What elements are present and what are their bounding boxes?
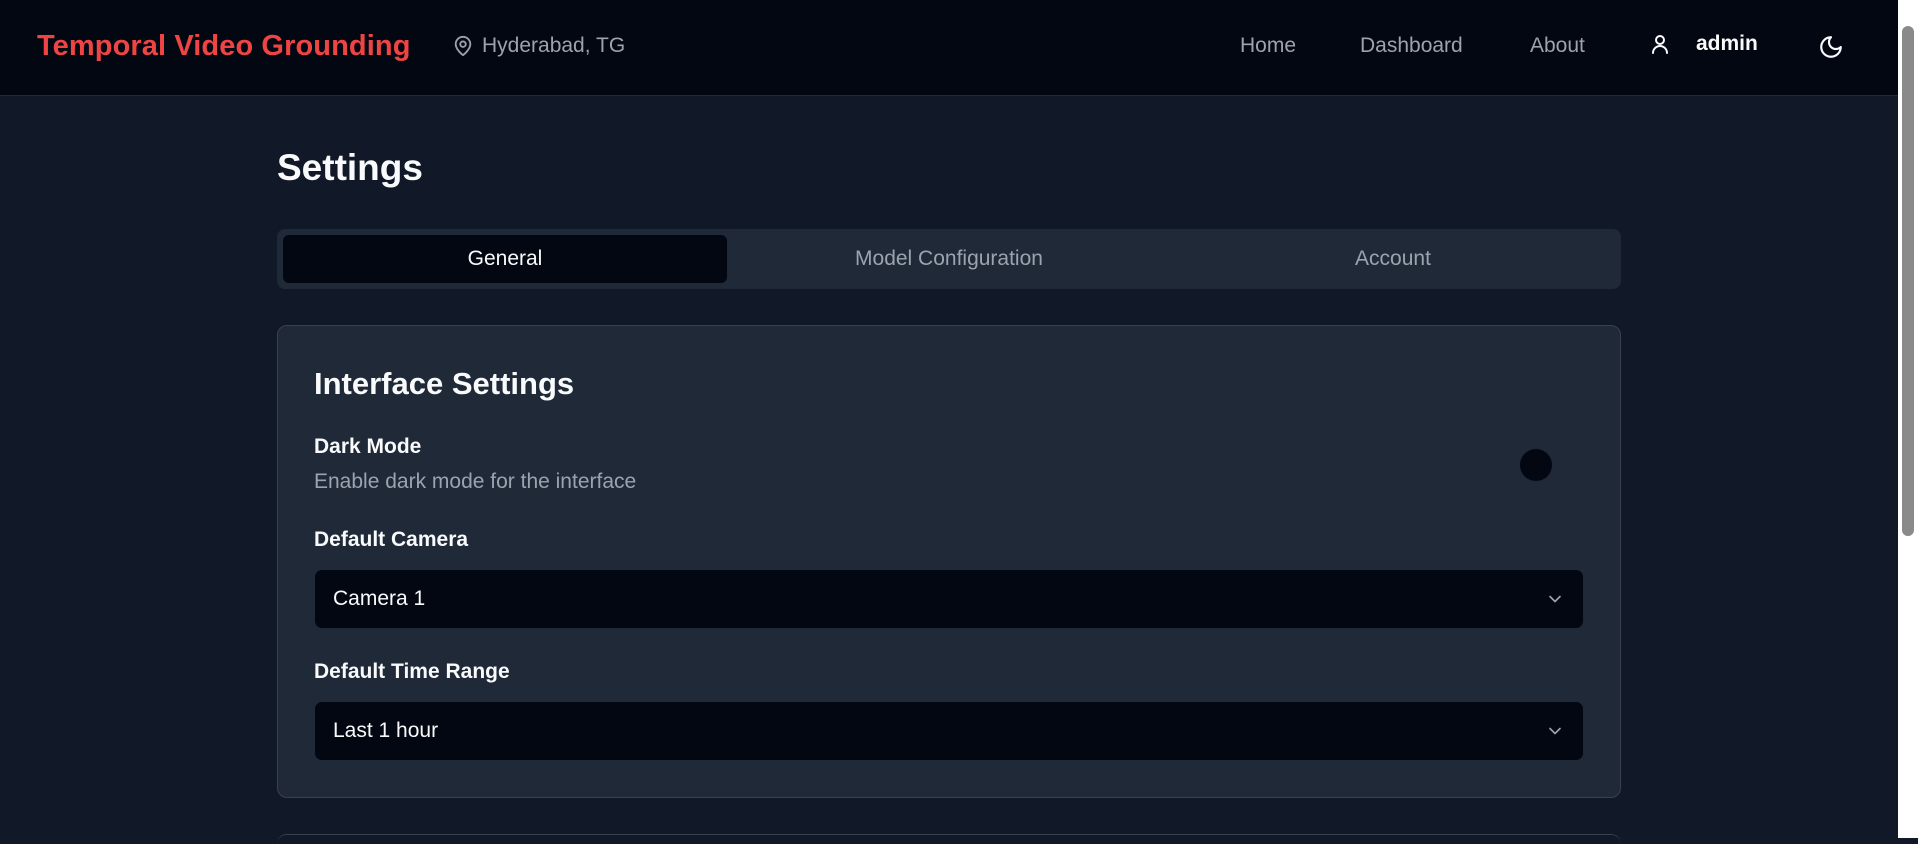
location-text: Hyderabad, TG (482, 34, 626, 57)
default-camera-select[interactable]: Camera 1 (314, 569, 1584, 629)
scrollbar-thumb[interactable] (1902, 26, 1914, 536)
top-navbar: Temporal Video Grounding Hyderabad, TG H… (0, 0, 1898, 96)
default-time-range-value: Last 1 hour (333, 719, 439, 742)
nav-about-link[interactable]: About (1530, 34, 1585, 58)
page-scrollbar[interactable] (1898, 0, 1918, 838)
next-card-edge (277, 834, 1621, 844)
dark-mode-description: Enable dark mode for the interface (314, 470, 637, 493)
default-time-range-label: Default Time Range (314, 660, 510, 683)
moon-icon[interactable] (1818, 34, 1844, 60)
chevron-down-icon (1549, 595, 1561, 603)
toggle-knob (1520, 449, 1552, 481)
dark-mode-toggle[interactable] (1520, 448, 1582, 482)
card-title: Interface Settings (314, 366, 575, 401)
default-time-range-select[interactable]: Last 1 hour (314, 701, 1584, 761)
chevron-down-icon (1549, 727, 1561, 735)
tab-general[interactable]: General (283, 235, 727, 283)
tab-model-configuration[interactable]: Model Configuration (727, 235, 1171, 283)
interface-settings-card: Interface Settings Dark Mode Enable dark… (277, 325, 1621, 798)
page-title: Settings (277, 147, 423, 188)
map-pin-icon (454, 35, 472, 57)
tab-account[interactable]: Account (1171, 235, 1615, 283)
default-camera-value: Camera 1 (333, 587, 426, 610)
app-brand[interactable]: Temporal Video Grounding (37, 30, 411, 63)
nav-dashboard-link[interactable]: Dashboard (1360, 34, 1463, 58)
default-camera-label: Default Camera (314, 528, 469, 551)
username: admin (1696, 32, 1758, 55)
dark-mode-label: Dark Mode (314, 435, 422, 458)
user-icon (1652, 35, 1668, 54)
nav-home-link[interactable]: Home (1240, 34, 1296, 58)
user-menu[interactable]: admin (1648, 32, 1758, 56)
location-indicator: Hyderabad, TG (452, 34, 625, 58)
settings-tabs: General Model Configuration Account (277, 229, 1621, 289)
